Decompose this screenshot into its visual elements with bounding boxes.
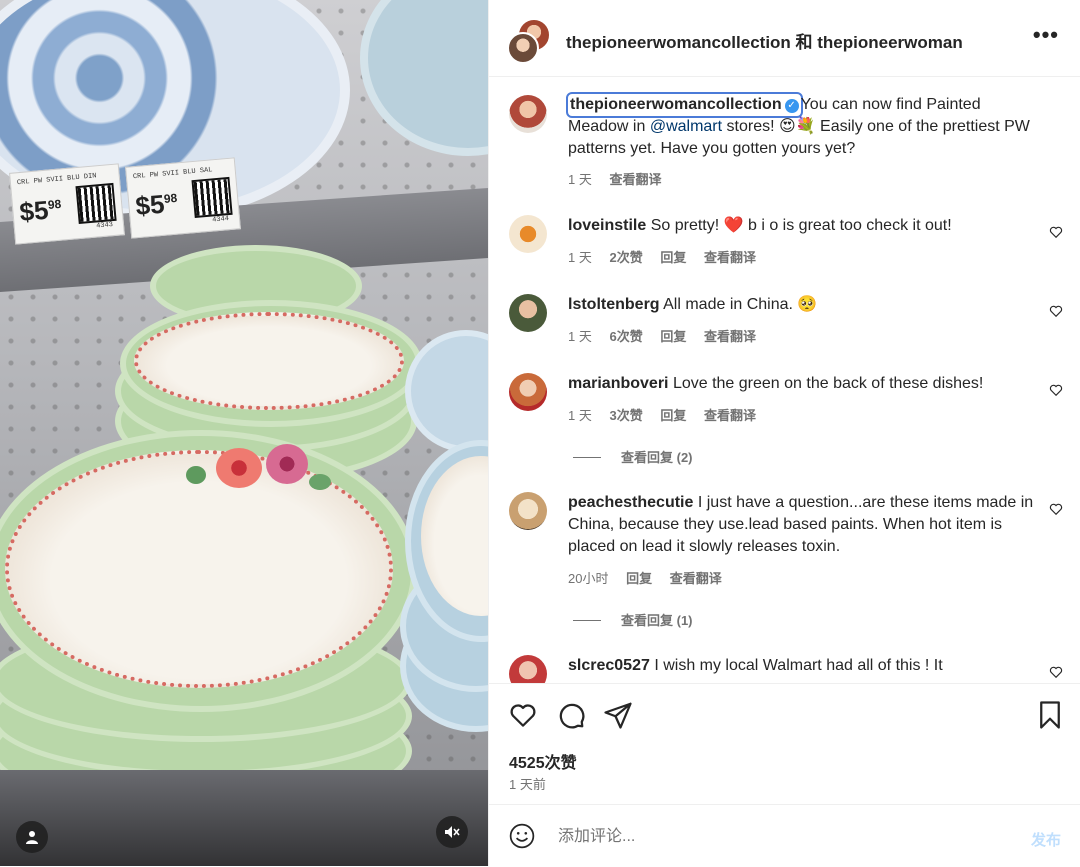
see-translation-link[interactable]: 查看翻译 xyxy=(704,329,756,344)
post-media[interactable]: CRL PW SVII BLU DIN $598 4343 CRL PW SVI… xyxy=(0,0,488,866)
comment-input[interactable] xyxy=(556,821,980,853)
comment-time: 20小时 xyxy=(568,571,609,586)
post-authors[interactable]: thepioneerwomancollection 和 thepioneerwo… xyxy=(566,28,963,53)
heart-icon[interactable] xyxy=(1049,383,1063,397)
qr-code xyxy=(191,176,233,219)
lower-shelf xyxy=(0,770,488,866)
comment-thread[interactable]: thepioneerwomancollection ✓ You can now fi… xyxy=(489,77,1080,683)
heart-icon[interactable] xyxy=(1049,304,1063,318)
comment-username[interactable]: slcrec0527 xyxy=(568,657,650,674)
view-replies-button[interactable]: 查看回复 (2) xyxy=(573,447,693,466)
verified-badge-icon: ✓ xyxy=(784,99,799,113)
avatar[interactable] xyxy=(509,215,547,253)
speaker-muted-icon[interactable] xyxy=(436,816,468,848)
avatar[interactable] xyxy=(507,18,551,64)
emoji-icon[interactable] xyxy=(509,823,535,849)
price-tag: CRL PW SVII BLU DIN $598 4343 xyxy=(9,163,125,245)
comment-username[interactable]: lstoltenberg xyxy=(568,296,660,313)
painted-meadow-bowl xyxy=(0,430,417,712)
comment-time: 1 天 xyxy=(568,250,592,265)
bookmark-icon[interactable] xyxy=(1035,700,1065,730)
avatar[interactable] xyxy=(509,95,547,133)
comment-username[interactable]: marianboveri xyxy=(568,375,668,392)
post-details-panel: thepioneerwomancollection 和 thepioneerwo… xyxy=(488,0,1080,866)
avatar[interactable] xyxy=(509,294,547,332)
see-translation-link[interactable]: 查看翻译 xyxy=(704,250,756,265)
comment-icon[interactable] xyxy=(556,700,586,730)
see-translation-link[interactable]: 查看翻译 xyxy=(670,571,722,586)
avatar[interactable] xyxy=(509,492,547,530)
comment-text: Love the green on the back of these dish… xyxy=(672,375,984,392)
comment-time: 1 天 xyxy=(568,329,592,344)
caption-time: 1 天 xyxy=(568,172,592,187)
reply-button[interactable]: 回复 xyxy=(626,571,652,586)
comment-username[interactable]: peachesthecutie xyxy=(568,494,693,511)
avatar[interactable] xyxy=(509,655,547,683)
person-icon[interactable] xyxy=(16,821,48,853)
avatar[interactable] xyxy=(509,373,547,411)
like-count[interactable]: 4525次赞 xyxy=(509,749,577,773)
mention-link[interactable]: @walmart xyxy=(650,118,722,135)
like-heart-icon[interactable] xyxy=(508,700,538,730)
heart-icon[interactable] xyxy=(1049,502,1063,516)
post-timestamp: 1 天前 xyxy=(509,777,546,792)
like-count[interactable]: 3次赞 xyxy=(609,408,642,423)
comment-composer: 发布 xyxy=(489,804,1080,867)
share-icon[interactable] xyxy=(603,700,633,730)
view-replies-button[interactable]: 查看回复 (1) xyxy=(573,610,693,629)
more-options-icon[interactable]: ••• xyxy=(1033,22,1059,48)
comment-text: I wish my local Walmart had all of this … xyxy=(654,657,943,674)
post-header: thepioneerwomancollection 和 thepioneerwo… xyxy=(489,0,1080,77)
reply-button[interactable]: 回复 xyxy=(660,329,686,344)
post-button[interactable]: 发布 xyxy=(1031,829,1061,850)
see-translation-link[interactable]: 查看翻译 xyxy=(704,408,756,423)
comment-text: All made in China. 🥺 xyxy=(663,296,818,313)
heart-icon[interactable] xyxy=(1049,225,1063,239)
like-count[interactable]: 6次赞 xyxy=(609,329,642,344)
like-count[interactable]: 2次赞 xyxy=(609,250,642,265)
caption-username[interactable]: thepioneerwomancollection ✓ xyxy=(566,92,803,118)
comment-time: 1 天 xyxy=(568,408,592,423)
comment-text: So pretty! ❤️ b i o is great too check i… xyxy=(650,217,952,234)
reply-button[interactable]: 回复 xyxy=(660,250,686,265)
bowl xyxy=(120,300,422,427)
action-bar: 4525次赞 1 天前 xyxy=(489,683,1080,804)
price-tag: CRL PW SVII BLU SAL $598 4344 xyxy=(125,157,241,239)
qr-code xyxy=(75,182,117,225)
see-translation-link[interactable]: 查看翻译 xyxy=(609,172,661,187)
reply-button[interactable]: 回复 xyxy=(660,408,686,423)
comment-username[interactable]: loveinstile xyxy=(568,217,646,234)
heart-icon[interactable] xyxy=(1049,665,1063,679)
